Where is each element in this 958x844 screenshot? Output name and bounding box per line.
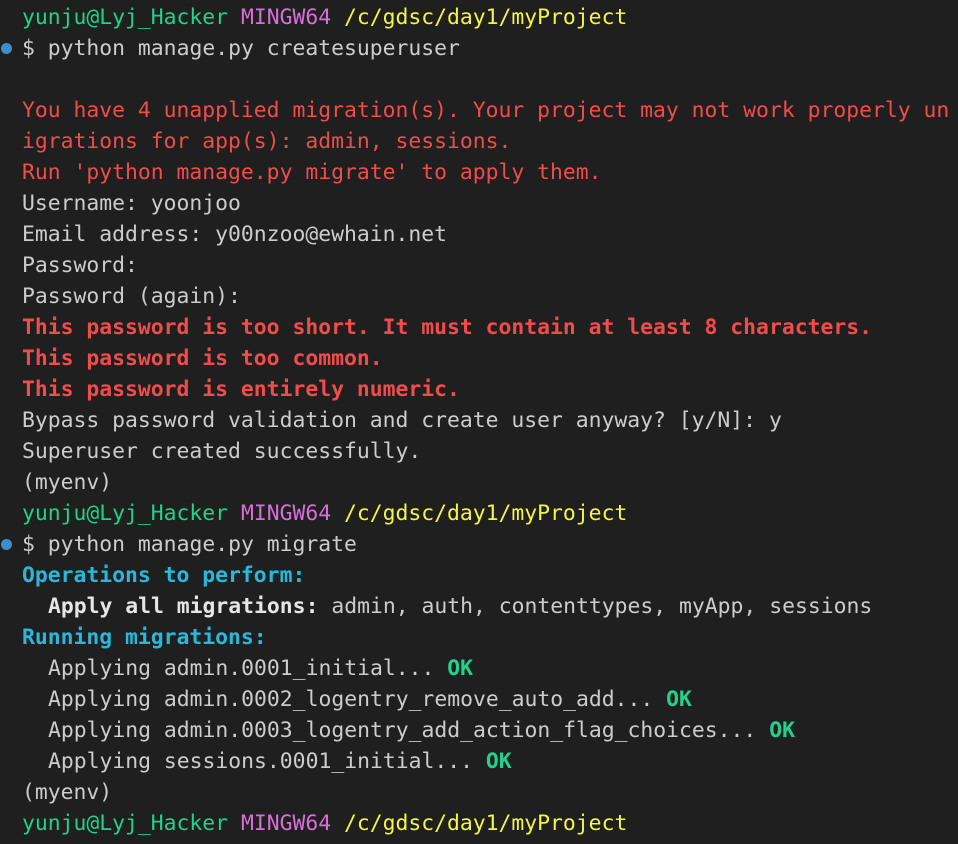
operations-heading: Operations to perform: (22, 563, 306, 588)
env-line: (myenv) (22, 470, 113, 495)
success-line: Superuser created successfully. (22, 439, 422, 464)
prompt-user: yunju@Lyj_Hacker (22, 811, 229, 836)
prompt-line: yunju@Lyj_Hacker MINGW64 /c/gdsc/day1/my… (0, 808, 958, 839)
command-text: python manage.py migrate (47, 532, 357, 557)
migration-step-text: Applying admin.0001_initial... (48, 656, 435, 681)
command-decoration-dot-icon[interactable] (1, 539, 12, 550)
warning-line: You have 4 unapplied migration(s). Your … (22, 98, 950, 123)
validation-error: This password is too short. It must cont… (22, 315, 872, 340)
migration-step-status: OK (769, 718, 795, 743)
validation-error: This password is entirely numeric. (22, 377, 460, 402)
migration-step: Applying admin.0002_logentry_remove_auto… (0, 684, 958, 715)
migration-step: Applying sessions.0001_initial... OK (0, 746, 958, 777)
prompt-path: /c/gdsc/day1/myProject (344, 501, 628, 526)
migration-step-text: Applying admin.0003_logentry_add_action_… (48, 718, 757, 743)
warning-line: Run 'python manage.py migrate' to apply … (22, 160, 602, 185)
command-line: $ python manage.py createsuperuser (0, 33, 958, 64)
command-line: $ python manage.py migrate (0, 529, 958, 560)
prompt-symbol: $ (22, 36, 35, 61)
prompt-path: /c/gdsc/day1/myProject (344, 811, 628, 836)
apply-label: Apply all migrations: (48, 594, 319, 619)
prompt-host: MINGW64 (240, 501, 332, 526)
warning-line: igrations for app(s): admin, sessions. (22, 129, 512, 154)
running-heading: Running migrations: (22, 625, 267, 650)
terminal-output[interactable]: yunju@Lyj_Hacker MINGW64 /c/gdsc/day1/my… (0, 0, 958, 844)
migration-step: Applying admin.0003_logentry_add_action_… (0, 715, 958, 746)
validation-error: This password is too common. (22, 346, 383, 371)
bypass-line: Bypass password validation and create us… (22, 408, 782, 433)
prompt-line: yunju@Lyj_Hacker MINGW64 /c/gdsc/day1/my… (0, 498, 958, 529)
prompt-host: MINGW64 (240, 5, 332, 30)
password-line: Password: (22, 253, 138, 278)
prompt-symbol: $ (22, 532, 35, 557)
command-text: python manage.py createsuperuser (47, 36, 460, 61)
password-again-line: Password (again): (22, 284, 241, 309)
command-decoration-dot-icon[interactable] (1, 43, 12, 54)
migration-step-status: OK (447, 656, 474, 681)
migration-step-text: Applying sessions.0001_initial... (48, 749, 473, 774)
migration-step-status: OK (485, 749, 512, 774)
email-line: Email address: y00nzoo@ewhain.net (22, 222, 447, 247)
migration-step-text: Applying admin.0002_logentry_remove_auto… (48, 687, 654, 712)
apply-all-line: Apply all migrations: admin, auth, conte… (0, 591, 958, 622)
prompt-user: yunju@Lyj_Hacker (22, 501, 229, 526)
migration-step-status: OK (666, 687, 692, 712)
prompt-line: yunju@Lyj_Hacker MINGW64 /c/gdsc/day1/my… (0, 2, 958, 33)
prompt-path: /c/gdsc/day1/myProject (344, 5, 628, 30)
migration-step: Applying admin.0001_initial... OK (0, 653, 958, 684)
apply-apps: admin, auth, contenttypes, myApp, sessio… (318, 594, 873, 619)
env-line: (myenv) (22, 780, 113, 805)
prompt-host: MINGW64 (240, 811, 332, 836)
username-line: Username: yoonjoo (22, 191, 241, 216)
prompt-user: yunju@Lyj_Hacker (22, 5, 229, 30)
